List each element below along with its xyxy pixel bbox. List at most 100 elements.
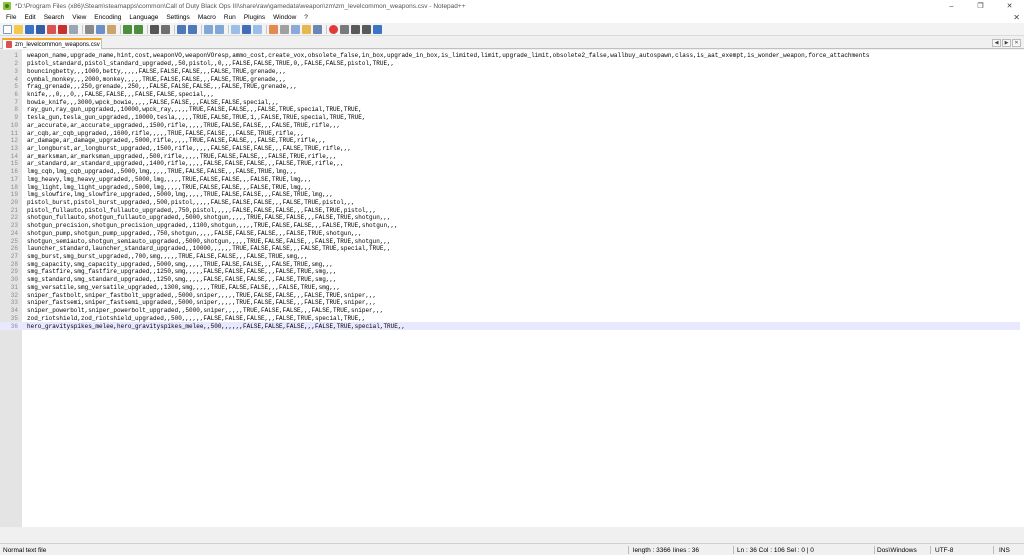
line-text[interactable]: sniper_fastsemi,sniper_fastsemi_upgraded…	[27, 299, 1020, 306]
editor[interactable]: 1 weapon_name,upgrade_name,hint,cost,weap…	[0, 50, 1024, 527]
folder-workspace-icon[interactable]	[302, 24, 311, 34]
cut-icon[interactable]	[85, 24, 94, 34]
editor-line[interactable]: 24 shotgun_pump,shotgun_pump_upgraded,,75…	[0, 230, 1020, 238]
editor-line[interactable]: 30 smg_standard,smg_standard_upgraded,,12…	[0, 276, 1020, 284]
notepadpp-app-icon[interactable]	[3, 2, 11, 10]
function-list-icon[interactable]	[291, 24, 300, 34]
zoom-out-icon[interactable]	[188, 24, 197, 34]
paste-icon[interactable]	[107, 24, 116, 34]
redo-icon[interactable]	[134, 24, 143, 34]
editor-line[interactable]: 10 ar_accurate,ar_accurate_upgraded,,1500…	[0, 121, 1020, 129]
menu-language[interactable]: Language	[125, 14, 162, 21]
editor-line[interactable]: 7 bowie_knife,,,3000,wpck_bowie,,,,,FALSE…	[0, 98, 1020, 106]
line-text[interactable]: sniper_fastbolt,sniper_fastbolt_upgraded…	[27, 292, 1020, 299]
menu-search[interactable]: Search	[40, 14, 69, 21]
editor-line[interactable]: 15 ar_standard,ar_standard_upgraded,,1400…	[0, 160, 1020, 168]
line-text[interactable]: shotgun_pump,shotgun_pump_upgraded,,750,…	[27, 230, 1020, 237]
line-text[interactable]: knife,,,0,,,0,,,FALSE,FALSE,,,FALSE,FALS…	[27, 91, 1020, 98]
editor-line[interactable]: 12 ar_damage,ar_damage_upgraded,,5000,rif…	[0, 137, 1020, 145]
copy-icon[interactable]	[96, 24, 105, 34]
line-text[interactable]: smg_versatile,smg_versatile_upgraded,,13…	[27, 284, 1020, 291]
doc-map-icon[interactable]	[280, 24, 289, 34]
minimize-button[interactable]: –	[937, 0, 966, 12]
editor-line[interactable]: 2 pistol_standard,pistol_standard_upgrade…	[0, 60, 1020, 68]
status-insert-mode[interactable]: INS	[996, 546, 1010, 555]
editor-line[interactable]: 6 knife,,,0,,,0,,,FALSE,FALSE,,,FALSE,FAL…	[0, 91, 1020, 99]
line-text[interactable]: smg_burst,smg_burst_upgraded,,700,smg,,,…	[27, 253, 1020, 260]
status-eol[interactable]: Dos\Windows	[874, 546, 917, 555]
editor-line[interactable]: 20 pistol_burst,pistol_burst_upgraded,,50…	[0, 199, 1020, 207]
open-file-icon[interactable]	[14, 24, 23, 34]
line-text[interactable]: smg_fastfire,smg_fastfire_upgraded,,1250…	[27, 268, 1020, 275]
menu-view[interactable]: View	[68, 14, 90, 21]
tab-scroll-right-icon[interactable]: ▶	[1002, 39, 1011, 47]
line-text[interactable]: lmg_heavy,lmg_heavy_upgraded,,5000,lmg,,…	[27, 176, 1020, 183]
editor-line[interactable]: 27 smg_burst,smg_burst_upgraded,,700,smg,…	[0, 253, 1020, 261]
editor-line[interactable]: 33 sniper_fastsemi,sniper_fastsemi_upgrad…	[0, 299, 1020, 307]
editor-line[interactable]: 29 smg_fastfire,smg_fastfire_upgraded,,12…	[0, 268, 1020, 276]
maximize-button[interactable]: ❐	[966, 0, 995, 12]
line-text[interactable]: weapon_name,upgrade_name,hint,cost,weapo…	[27, 52, 1020, 59]
line-text[interactable]: smg_standard,smg_standard_upgraded,,1250…	[27, 276, 1020, 283]
line-text[interactable]: cymbal_monkey,,,2000,monkey,,,,,TRUE,FAL…	[27, 76, 1020, 83]
tab-scroll-left-icon[interactable]: ◀	[992, 39, 1001, 47]
editor-line[interactable]: 34 sniper_powerbolt,sniper_powerbolt_upgr…	[0, 307, 1020, 315]
menu-macro[interactable]: Macro	[194, 14, 220, 21]
editor-line[interactable]: 9 tesla_gun,tesla_gun_upgraded,,10000,tes…	[0, 114, 1020, 122]
sync-h-icon[interactable]	[215, 24, 224, 34]
editor-line[interactable]: 21 pistol_fullauto,pistol_fullauto_upgrad…	[0, 206, 1020, 214]
close-document-icon[interactable]: ✕	[1013, 13, 1020, 22]
udl-icon[interactable]	[269, 24, 278, 34]
editor-line[interactable]: 17 lmg_heavy,lmg_heavy_upgraded,,5000,lmg…	[0, 176, 1020, 184]
word-wrap-icon[interactable]	[231, 24, 240, 34]
line-text[interactable]: bowie_knife,,,3000,wpck_bowie,,,,,FALSE,…	[27, 99, 1020, 106]
menu-file[interactable]: File	[2, 14, 20, 21]
editor-line[interactable]: 19 lmg_slowfire,lmg_slowfire_upgraded,,50…	[0, 191, 1020, 199]
editor-line[interactable]: 3 bouncingbetty,,,1000,betty,,,,,FALSE,FA…	[0, 67, 1020, 75]
indent-guide-icon[interactable]	[253, 24, 262, 34]
editor-line[interactable]: 25 shotgun_semiauto,shotgun_semiauto_upgr…	[0, 237, 1020, 245]
stop-record-icon[interactable]	[340, 24, 349, 34]
play-multiple-icon[interactable]	[362, 24, 371, 34]
editor-line[interactable]: 28 smg_capacity,smg_capacity_upgraded,,50…	[0, 260, 1020, 268]
line-text[interactable]: shotgun_semiauto,shotgun_semiauto_upgrad…	[27, 238, 1020, 245]
line-text[interactable]: sniper_powerbolt,sniper_powerbolt_upgrad…	[27, 307, 1020, 314]
line-text[interactable]: ar_cqb,ar_cqb_upgraded,,1600,rifle,,,,,T…	[27, 130, 1020, 137]
status-encoding[interactable]: UTF-8	[932, 546, 953, 555]
editor-line[interactable]: 8 ray_gun,ray_gun_upgraded,,10000,wpck_ra…	[0, 106, 1020, 114]
line-text[interactable]: pistol_burst,pistol_burst_upgraded,,500,…	[27, 199, 1020, 206]
editor-line[interactable]: 32 sniper_fastbolt,sniper_fastbolt_upgrad…	[0, 291, 1020, 299]
line-text[interactable]: lmg_slowfire,lmg_slowfire_upgraded,,5000…	[27, 191, 1020, 198]
close-window-button[interactable]: ✕	[995, 0, 1024, 12]
tab-close-icon[interactable]: ✕	[1012, 39, 1021, 47]
sync-v-icon[interactable]	[204, 24, 213, 34]
editor-line[interactable]: 23 shotgun_precision,shotgun_precision_up…	[0, 222, 1020, 230]
editor-line[interactable]: 1 weapon_name,upgrade_name,hint,cost,weap…	[0, 52, 1020, 60]
menu-plugins[interactable]: Plugins	[240, 14, 269, 21]
line-text[interactable]: bouncingbetty,,,1000,betty,,,,,FALSE,FAL…	[27, 68, 1020, 75]
editor-line[interactable]: 31 smg_versatile,smg_versatile_upgraded,,…	[0, 284, 1020, 292]
print-icon[interactable]	[69, 24, 78, 34]
line-text[interactable]: zod_riotshield,zod_riotshield_upgraded,,…	[27, 315, 1020, 322]
replace-icon[interactable]	[161, 24, 170, 34]
editor-line[interactable]: 5 frag_grenade,,,250,grenade,,250,,,FALSE…	[0, 83, 1020, 91]
menu-window[interactable]: Window	[269, 14, 300, 21]
play-macro-icon[interactable]	[351, 24, 360, 34]
editor-line[interactable]: 18 lmg_light,lmg_light_upgraded,,5000,lmg…	[0, 183, 1020, 191]
line-text[interactable]: ar_marksman,ar_marksman_upgraded,,500,ri…	[27, 153, 1020, 160]
menu-settings[interactable]: Settings	[162, 14, 194, 21]
editor-line[interactable]: 16 lmg_cqb,lmg_cqb_upgraded,,5000,lmg,,,,…	[0, 168, 1020, 176]
line-text[interactable]: pistol_fullauto,pistol_fullauto_upgraded…	[27, 207, 1020, 214]
save-all-icon[interactable]	[36, 24, 45, 34]
line-text[interactable]: ar_damage,ar_damage_upgraded,,5000,rifle…	[27, 137, 1020, 144]
line-text[interactable]: ray_gun,ray_gun_upgraded,,10000,wpck_ray…	[27, 106, 1020, 113]
menu-encoding[interactable]: Encoding	[90, 14, 125, 21]
line-text[interactable]: pistol_standard,pistol_standard_upgraded…	[27, 60, 1020, 67]
new-file-icon[interactable]	[3, 24, 12, 34]
menu-edit[interactable]: Edit	[20, 14, 39, 21]
close-all-icon[interactable]	[58, 24, 67, 34]
monitor-icon[interactable]	[313, 24, 322, 34]
menu-help[interactable]: ?	[300, 14, 312, 21]
close-icon[interactable]	[47, 24, 56, 34]
show-all-chars-icon[interactable]	[242, 24, 251, 34]
